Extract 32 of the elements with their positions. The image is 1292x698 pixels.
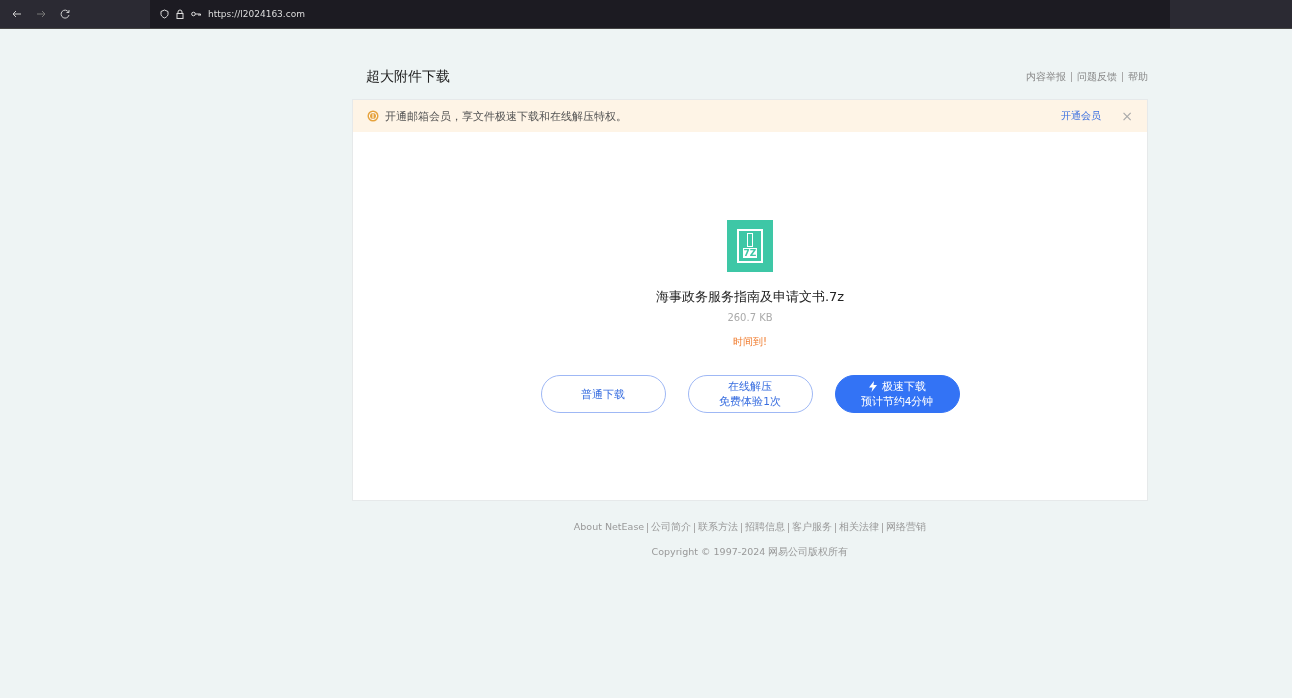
- footer-link[interactable]: 公司简介: [651, 521, 692, 534]
- coin-icon: [367, 110, 379, 122]
- footer-link[interactable]: 招聘信息: [745, 521, 786, 534]
- address-bar[interactable]: https://l2024163.com: [150, 0, 1170, 28]
- lightning-icon: [868, 381, 877, 392]
- reload-icon[interactable]: [60, 9, 70, 19]
- membership-link[interactable]: 开通会员: [1061, 109, 1102, 123]
- download-button[interactable]: 极速下载 预计节约4分钟: [834, 375, 960, 413]
- file-size: 260.7 KB: [727, 312, 773, 323]
- footer-link[interactable]: 网络营销: [886, 521, 927, 534]
- header-link[interactable]: 问题反馈: [1077, 70, 1117, 84]
- footer-link[interactable]: 联系方法: [698, 521, 739, 534]
- close-button[interactable]: ×: [1121, 108, 1133, 124]
- key-icon: [191, 11, 201, 17]
- header-link[interactable]: 内容举报: [1026, 70, 1066, 84]
- forward-icon[interactable]: [36, 10, 46, 18]
- back-icon[interactable]: [12, 10, 22, 18]
- lock-icon: [176, 9, 184, 19]
- file-name: 海事政务服务指南及申请文书.7z: [655, 288, 845, 306]
- header-link[interactable]: 帮助: [1128, 70, 1148, 84]
- download-button[interactable]: 普通下载: [540, 375, 666, 413]
- shield-icon: [160, 9, 169, 19]
- archive-file-icon: 7Z: [727, 220, 773, 272]
- download-button[interactable]: 在线解压 免费体验1次: [687, 375, 813, 413]
- footer-link[interactable]: 相关法律: [839, 521, 880, 534]
- footer-link[interactable]: About NetEase: [573, 521, 645, 534]
- url-text: https://l2024163.com: [208, 9, 305, 19]
- timer-status: 时间到!: [733, 335, 767, 349]
- notice-text: 开通邮箱会员，享文件极速下载和在线解压特权。: [385, 108, 628, 124]
- footer-link[interactable]: 客户服务: [792, 521, 833, 534]
- page-title: 超大附件下载: [366, 68, 450, 86]
- copyright-text: Copyright © 1997-2024 网易公司版权所有: [651, 546, 849, 559]
